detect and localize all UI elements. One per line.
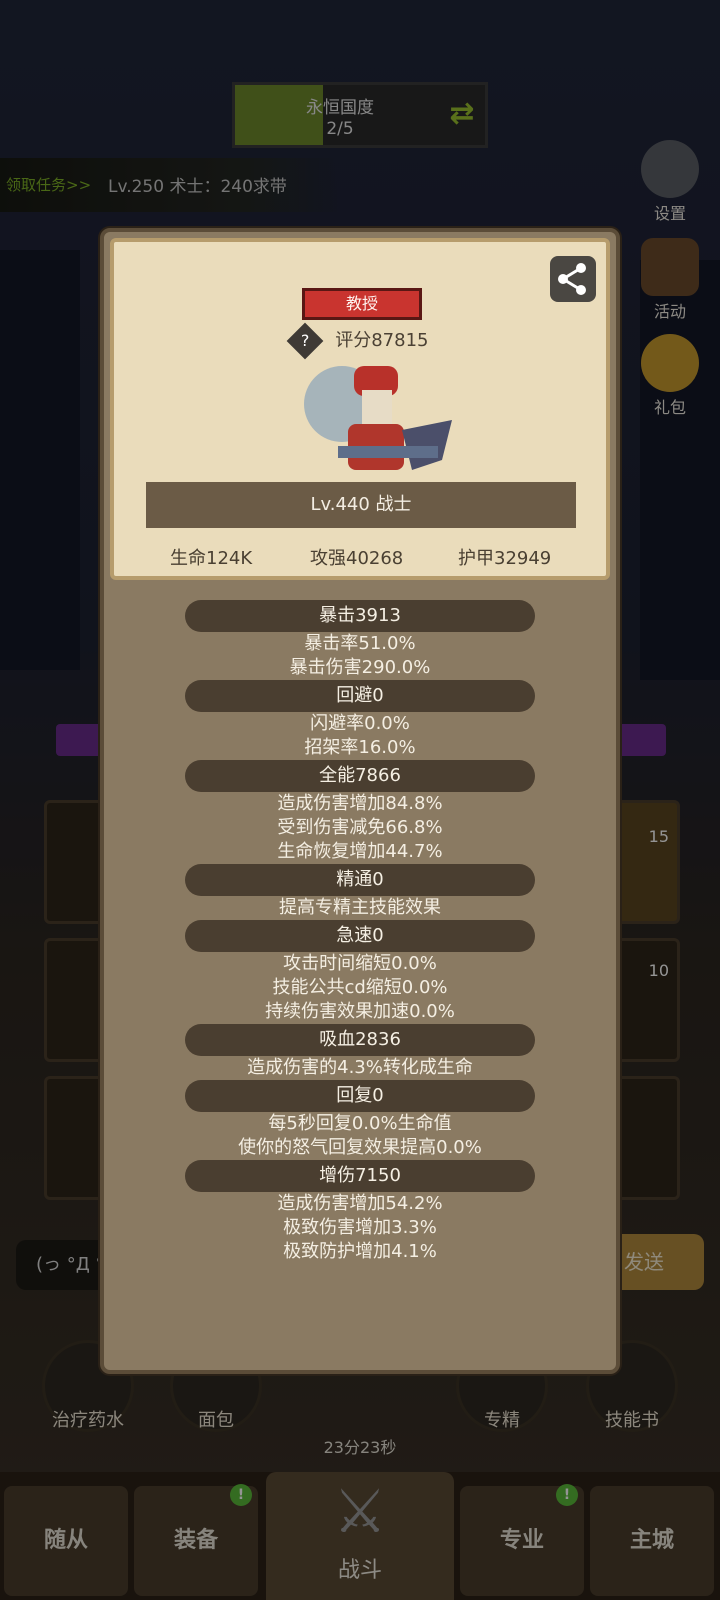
attribute-detail: 闪避率0.0% (310, 713, 410, 734)
attribute-detail: 受到伤害减免66.8% (277, 817, 443, 838)
attribute-header: 暴击3913 (185, 600, 535, 632)
rating-row: ? 评分87815 (114, 322, 606, 360)
stat-health: 生命124K (170, 548, 253, 569)
attribute-detail: 暴击伤害290.0% (289, 657, 431, 678)
attribute-detail: 暴击率51.0% (304, 633, 416, 654)
attribute-detail: 提高专精主技能效果 (279, 897, 441, 918)
rating-text: 评分87815 (335, 330, 429, 351)
attribute-detail: 极致伤害增加3.3% (283, 1217, 437, 1238)
attribute-detail: 招架率16.0% (304, 737, 416, 758)
character-stats-panel: 教授 ? 评分87815 Lv.440 战士 生命124K 攻强40268 护甲… (100, 228, 620, 1374)
character-card: 教授 ? 评分87815 Lv.440 战士 生命124K 攻强40268 护甲… (110, 238, 610, 580)
share-icon (558, 263, 586, 295)
stat-attack-power: 攻强40268 (310, 548, 404, 569)
attribute-detail: 造成伤害增加54.2% (277, 1193, 443, 1214)
attribute-detail: 持续伤害效果加速0.0% (265, 1001, 455, 1022)
stat-armor: 护甲32949 (458, 548, 552, 569)
help-icon[interactable]: ? (286, 322, 323, 360)
attribute-detail: 造成伤害的4.3%转化成生命 (247, 1057, 473, 1078)
attribute-header: 急速0 (185, 920, 535, 952)
attribute-detail: 使你的怒气回复效果提高0.0% (238, 1137, 482, 1158)
attribute-list: 暴击3913 暴击率51.0% 暴击伤害290.0% 回避0 闪避率0.0% 招架率16.… (104, 600, 616, 1264)
warrior-avatar (304, 366, 452, 470)
attribute-header: 吸血2836 (185, 1024, 535, 1056)
attribute-header: 回复0 (185, 1080, 535, 1112)
attribute-header: 精通0 (185, 864, 535, 896)
attribute-detail: 每5秒回复0.0%生命值 (268, 1113, 452, 1134)
attribute-header: 回避0 (185, 680, 535, 712)
attribute-header: 增伤7150 (185, 1160, 535, 1192)
attribute-detail: 造成伤害增加84.8% (277, 793, 443, 814)
title-badge: 教授 (302, 288, 422, 320)
level-class-bar: Lv.440 战士 (146, 482, 576, 528)
attribute-detail: 攻击时间缩短0.0% (283, 953, 437, 974)
attribute-detail: 极致防护增加4.1% (283, 1241, 437, 1262)
attribute-header: 全能7866 (185, 760, 535, 792)
attribute-detail: 技能公共cd缩短0.0% (272, 977, 448, 998)
attribute-detail: 生命恢复增加44.7% (277, 841, 443, 862)
core-stats-row: 生命124K 攻强40268 护甲32949 (114, 544, 606, 572)
share-button[interactable] (550, 256, 596, 302)
